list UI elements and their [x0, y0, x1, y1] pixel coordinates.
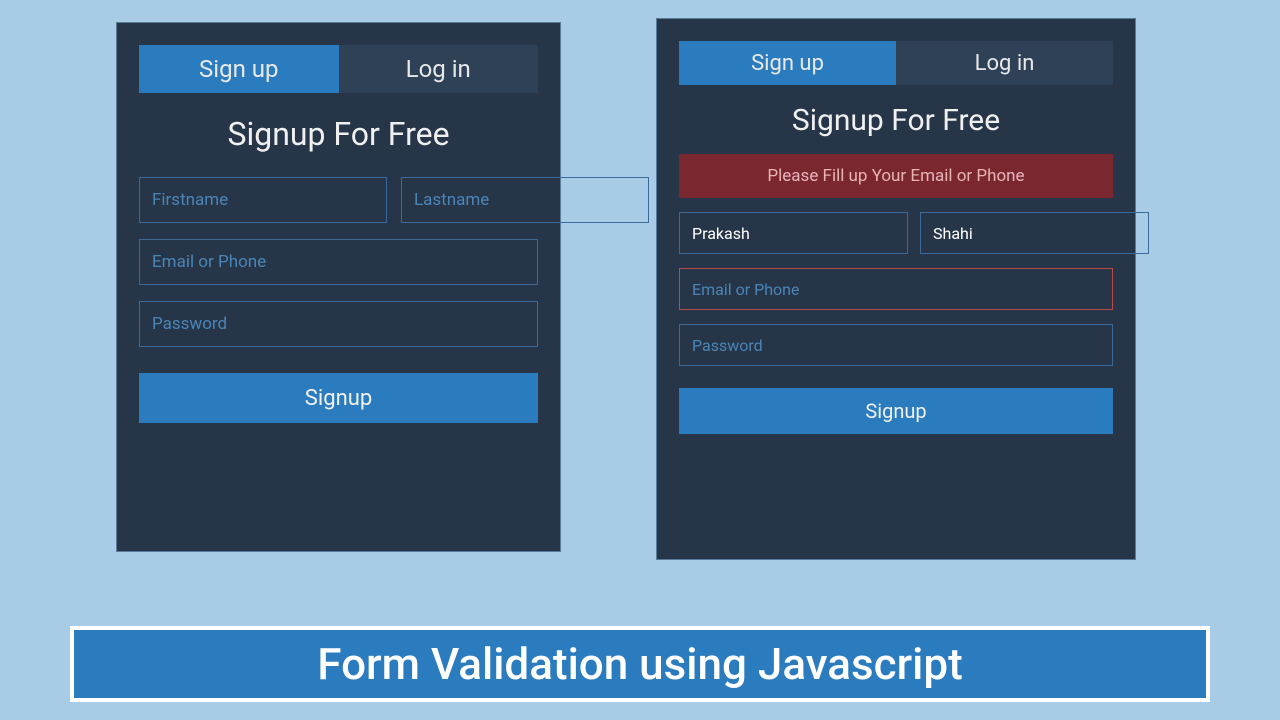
signup-button[interactable]: Signup	[679, 388, 1113, 434]
form-title: Signup For Free	[139, 115, 538, 153]
firstname-input[interactable]	[139, 177, 387, 223]
email-row	[679, 268, 1113, 310]
lastname-input[interactable]	[401, 177, 649, 223]
tab-login[interactable]: Log in	[339, 45, 539, 93]
auth-tabs: Sign up Log in	[679, 41, 1113, 85]
email-phone-input[interactable]	[139, 239, 538, 285]
email-row	[139, 239, 538, 285]
password-row	[139, 301, 538, 347]
tab-login[interactable]: Log in	[896, 41, 1113, 85]
validation-error-message: Please Fill up Your Email or Phone	[679, 154, 1113, 198]
signup-card-error: Sign up Log in Signup For Free Please Fi…	[656, 18, 1136, 560]
name-row	[139, 177, 538, 223]
signup-card-empty: Sign up Log in Signup For Free Signup	[116, 22, 561, 552]
form-title: Signup For Free	[679, 103, 1113, 138]
tab-signup[interactable]: Sign up	[139, 45, 339, 93]
lastname-input[interactable]	[920, 212, 1149, 254]
page-banner-title: Form Validation using Javascript	[70, 626, 1210, 702]
auth-tabs: Sign up Log in	[139, 45, 538, 93]
password-input[interactable]	[679, 324, 1113, 366]
email-phone-input[interactable]	[679, 268, 1113, 310]
firstname-input[interactable]	[679, 212, 908, 254]
signup-button[interactable]: Signup	[139, 373, 538, 423]
tab-signup[interactable]: Sign up	[679, 41, 896, 85]
password-row	[679, 324, 1113, 366]
name-row	[679, 212, 1113, 254]
password-input[interactable]	[139, 301, 538, 347]
